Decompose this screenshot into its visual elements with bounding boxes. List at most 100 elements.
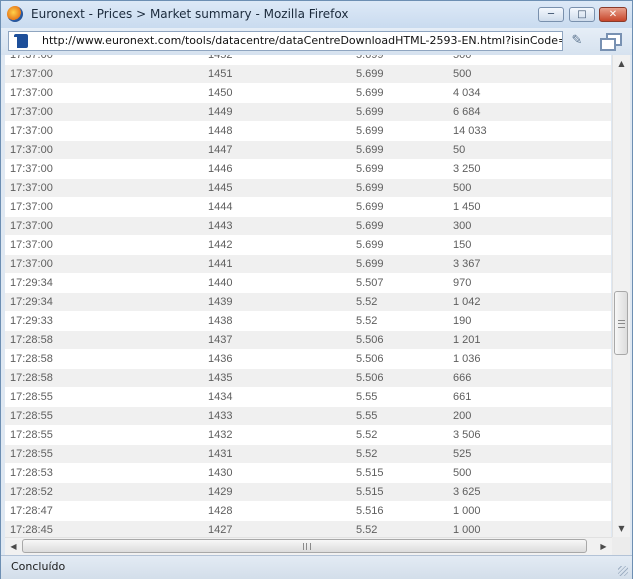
trade-id-cell: 1437	[203, 330, 351, 350]
trade-time-cell: 17:37:00	[5, 235, 203, 255]
trade-time-cell: 17:28:58	[5, 330, 203, 350]
close-button[interactable]: ✕	[599, 7, 627, 22]
page-content: 17:37:00 1452 5.699 500 17:37:00 1451 5.699 500…	[5, 55, 611, 537]
maximize-button[interactable]: □	[569, 7, 595, 22]
table-row: 17:37:00 1447 5.699 50	[5, 140, 611, 160]
trade-time-cell: 17:28:55	[5, 425, 203, 445]
trade-volume-cell: 3 367	[448, 254, 611, 274]
trade-price-cell: 5.699	[351, 178, 448, 198]
table-row: 17:37:00 1452 5.699 500	[5, 55, 611, 65]
trade-volume-cell: 1 000	[448, 520, 611, 537]
horizontal-scroll-thumb[interactable]	[22, 539, 587, 553]
table-row: 17:37:00 1446 5.699 3 250	[5, 159, 611, 179]
trade-volume-cell: 14 033	[448, 121, 611, 141]
trade-price-cell: 5.699	[351, 254, 448, 274]
trade-id-cell: 1431	[203, 444, 351, 464]
trade-time-cell: 17:37:00	[5, 254, 203, 274]
trade-volume-cell: 150	[448, 235, 611, 255]
trade-price-cell: 5.506	[351, 349, 448, 369]
status-text: Concluído	[11, 560, 66, 573]
trade-volume-cell: 970	[448, 273, 611, 293]
trade-price-cell: 5.699	[351, 197, 448, 217]
trade-id-cell: 1434	[203, 387, 351, 407]
trade-volume-cell: 500	[448, 55, 611, 65]
table-row: 17:28:45 1427 5.52 1 000	[5, 520, 611, 537]
trade-price-cell: 5.515	[351, 463, 448, 483]
scroll-down-arrow-icon[interactable]: ▼	[613, 520, 630, 537]
trade-time-cell: 17:37:00	[5, 197, 203, 217]
trade-id-cell: 1427	[203, 520, 351, 537]
resize-grip-icon[interactable]	[618, 566, 628, 576]
table-row: 17:28:58 1436 5.506 1 036	[5, 349, 611, 369]
scroll-left-arrow-icon[interactable]: ◀	[5, 538, 22, 555]
title-bar[interactable]: Euronext - Prices > Market summary - Moz…	[1, 1, 632, 28]
trade-id-cell: 1436	[203, 349, 351, 369]
trade-time-cell: 17:37:00	[5, 55, 203, 65]
trade-price-cell: 5.52	[351, 311, 448, 331]
address-bar: http://www.euronext.com/tools/datacentre…	[1, 28, 632, 55]
close-icon: ✕	[608, 9, 618, 20]
table-row: 17:28:52 1429 5.515 3 625	[5, 482, 611, 502]
trade-volume-cell: 50	[448, 140, 611, 160]
table-row: 17:37:00 1450 5.699 4 034	[5, 83, 611, 103]
trade-time-cell: 17:37:00	[5, 102, 203, 122]
window-title: Euronext - Prices > Market summary - Moz…	[31, 7, 349, 21]
vertical-scrollbar[interactable]: ▲ ▼	[612, 55, 630, 537]
trade-id-cell: 1448	[203, 121, 351, 141]
table-row: 17:37:00 1442 5.699 150	[5, 235, 611, 255]
trade-time-cell: 17:28:58	[5, 349, 203, 369]
trade-price-cell: 5.699	[351, 216, 448, 236]
trade-price-cell: 5.699	[351, 140, 448, 160]
trade-time-cell: 17:28:55	[5, 444, 203, 464]
trade-volume-cell: 3 625	[448, 482, 611, 502]
trade-id-cell: 1435	[203, 368, 351, 388]
trade-time-cell: 17:37:00	[5, 178, 203, 198]
trade-price-cell: 5.55	[351, 406, 448, 426]
trade-id-cell: 1441	[203, 254, 351, 274]
status-bar: Concluído	[1, 555, 632, 579]
trade-volume-cell: 3 250	[448, 159, 611, 179]
firefox-logo-icon	[7, 6, 23, 22]
trade-time-cell: 17:37:00	[5, 140, 203, 160]
trade-time-cell: 17:37:00	[5, 216, 203, 236]
trade-price-cell: 5.515	[351, 482, 448, 502]
trade-price-cell: 5.699	[351, 64, 448, 84]
trade-time-cell: 17:28:53	[5, 463, 203, 483]
trade-id-cell: 1446	[203, 159, 351, 179]
trade-price-cell: 5.507	[351, 273, 448, 293]
scrollbar-corner	[612, 537, 630, 555]
restore-window-icon[interactable]	[599, 32, 622, 51]
trade-id-cell: 1442	[203, 235, 351, 255]
scroll-right-arrow-icon[interactable]: ▶	[595, 538, 612, 555]
horizontal-scrollbar[interactable]: ◀ ▶	[5, 537, 612, 555]
trade-id-cell: 1440	[203, 273, 351, 293]
trade-time-cell: 17:37:00	[5, 121, 203, 141]
table-row: 17:37:00 1443 5.699 300	[5, 216, 611, 236]
trade-price-cell: 5.55	[351, 387, 448, 407]
trade-price-cell: 5.52	[351, 425, 448, 445]
minimize-button[interactable]: ─	[538, 7, 564, 22]
trade-price-cell: 5.52	[351, 444, 448, 464]
trades-table-body: 17:37:00 1452 5.699 500 17:37:00 1451 5.699 500…	[5, 55, 611, 537]
trade-id-cell: 1430	[203, 463, 351, 483]
trade-price-cell: 5.516	[351, 501, 448, 521]
url-text[interactable]: http://www.euronext.com/tools/datacentre…	[42, 34, 562, 47]
trade-volume-cell: 200	[448, 406, 611, 426]
trade-volume-cell: 1 042	[448, 292, 611, 312]
url-field[interactable]: http://www.euronext.com/tools/datacentre…	[8, 31, 563, 51]
table-row: 17:28:58 1435 5.506 666	[5, 368, 611, 388]
browser-window: Euronext - Prices > Market summary - Moz…	[0, 0, 633, 579]
scroll-up-arrow-icon[interactable]: ▲	[613, 55, 630, 72]
page-tools-icon[interactable]: ✎	[569, 33, 585, 49]
site-favicon-icon	[11, 34, 28, 48]
maximize-icon: □	[577, 9, 587, 20]
trade-volume-cell: 525	[448, 444, 611, 464]
table-row: 17:29:34 1439 5.52 1 042	[5, 292, 611, 312]
vertical-scroll-thumb[interactable]	[614, 291, 628, 355]
trade-price-cell: 5.506	[351, 330, 448, 350]
trade-price-cell: 5.52	[351, 520, 448, 537]
table-row: 17:37:00 1445 5.699 500	[5, 178, 611, 198]
minimize-icon: ─	[547, 9, 555, 20]
trade-time-cell: 17:37:00	[5, 83, 203, 103]
trade-id-cell: 1445	[203, 178, 351, 198]
